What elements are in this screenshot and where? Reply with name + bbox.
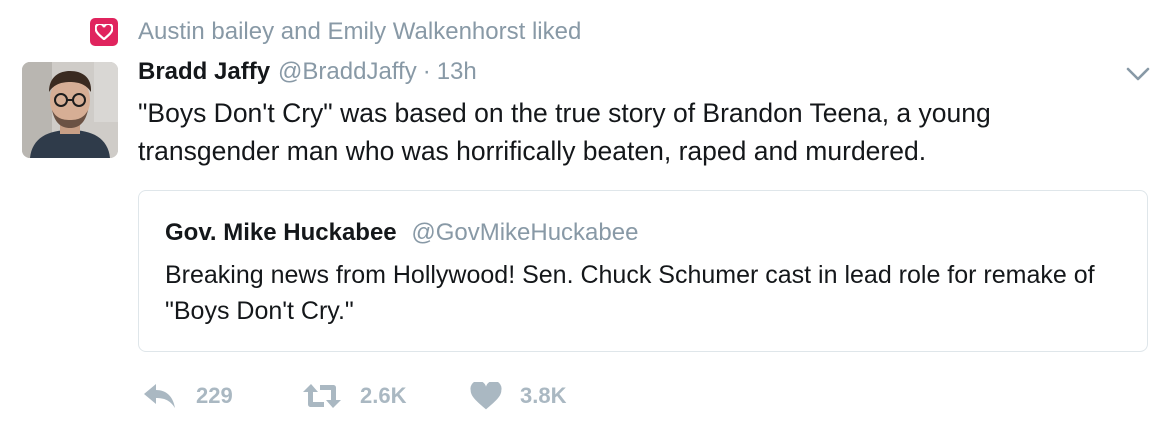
heart-icon [90, 18, 118, 46]
quoted-tweet-header: Gov. Mike Huckabee @GovMikeHuckabee [165, 219, 638, 247]
social-context-text: Austin bailey and Emily Walkenhorst like… [138, 18, 582, 45]
reply-count: 229 [196, 383, 233, 408]
reply-icon [144, 384, 175, 408]
separator: · [422, 58, 431, 85]
tweet-text: "Boys Don't Cry" was based on the true s… [138, 98, 991, 166]
like-button[interactable]: 3.8K [470, 382, 566, 410]
quoted-tweet[interactable]: Gov. Mike Huckabee @GovMikeHuckabee Brea… [138, 190, 1148, 352]
author-handle[interactable]: @BraddJaffy [278, 58, 417, 86]
retweet-count: 2.6K [360, 383, 407, 408]
timestamp[interactable]: 13h [437, 58, 477, 86]
social-context: Austin bailey and Emily Walkenhorst like… [90, 16, 581, 48]
reply-button[interactable]: 229 [142, 382, 302, 410]
chevron-down-icon[interactable] [1124, 64, 1152, 84]
quoted-author-handle: @GovMikeHuckabee [411, 219, 639, 246]
heart-icon [470, 382, 502, 410]
retweet-icon [303, 384, 341, 408]
like-count: 3.8K [520, 383, 567, 408]
tweet-actions: 229 2.6K 3.8K [142, 376, 566, 416]
quoted-tweet-text: Breaking news from Hollywood! Sen. Chuck… [165, 261, 1095, 325]
author-name[interactable]: Bradd Jaffy [138, 58, 270, 86]
tweet-header: Bradd Jaffy @BraddJaffy · 13h [138, 58, 477, 92]
quoted-author-name: Gov. Mike Huckabee [165, 219, 397, 246]
avatar[interactable] [22, 62, 118, 158]
retweet-button[interactable]: 2.6K [302, 382, 470, 410]
